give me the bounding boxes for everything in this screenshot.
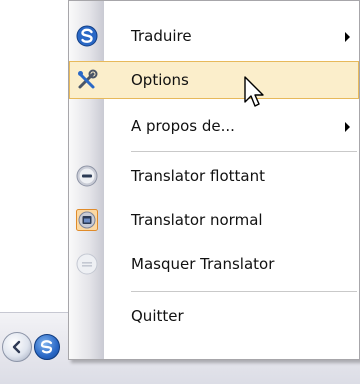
menu-item-options[interactable]: Options <box>69 61 359 99</box>
chevron-left-icon <box>12 340 21 354</box>
menu-item-label: Translator flottant <box>131 167 265 185</box>
menu-item-label: Options <box>131 71 189 89</box>
menu-separator <box>131 291 357 292</box>
menu-item-label: A propos de... <box>131 117 235 135</box>
menu-item-translator-flottant[interactable]: Translator flottant <box>69 157 359 195</box>
menu-item-label: Masquer Translator <box>131 255 275 273</box>
menu-item-traduire[interactable]: Traduire <box>69 17 359 55</box>
hide-mode-icon <box>76 253 98 275</box>
menu-item-translator-normal[interactable]: Translator normal <box>69 201 359 239</box>
floating-mode-icon <box>76 165 98 187</box>
normal-mode-icon <box>76 209 98 231</box>
menu-item-label: Translator normal <box>131 211 263 229</box>
menu-item-a-propos[interactable]: A propos de... <box>69 107 359 145</box>
submenu-arrow-icon <box>345 32 350 42</box>
menu-item-label: Traduire <box>131 27 192 45</box>
submenu-arrow-icon <box>345 122 350 132</box>
menu-item-quitter[interactable]: Quitter <box>69 297 359 335</box>
menu-separator <box>131 151 357 152</box>
context-menu: Traduire Options A propos de... Translat… <box>68 0 360 360</box>
tools-icon <box>78 69 98 89</box>
menu-item-masquer-translator[interactable]: Masquer Translator <box>69 245 359 283</box>
translator-tray-icon[interactable] <box>34 334 60 360</box>
translate-globe-icon <box>76 25 98 47</box>
mouse-pointer-icon <box>244 76 264 107</box>
show-hidden-icons-button[interactable] <box>2 332 32 362</box>
translate-globe-icon <box>40 340 53 354</box>
menu-item-label: Quitter <box>131 307 184 325</box>
